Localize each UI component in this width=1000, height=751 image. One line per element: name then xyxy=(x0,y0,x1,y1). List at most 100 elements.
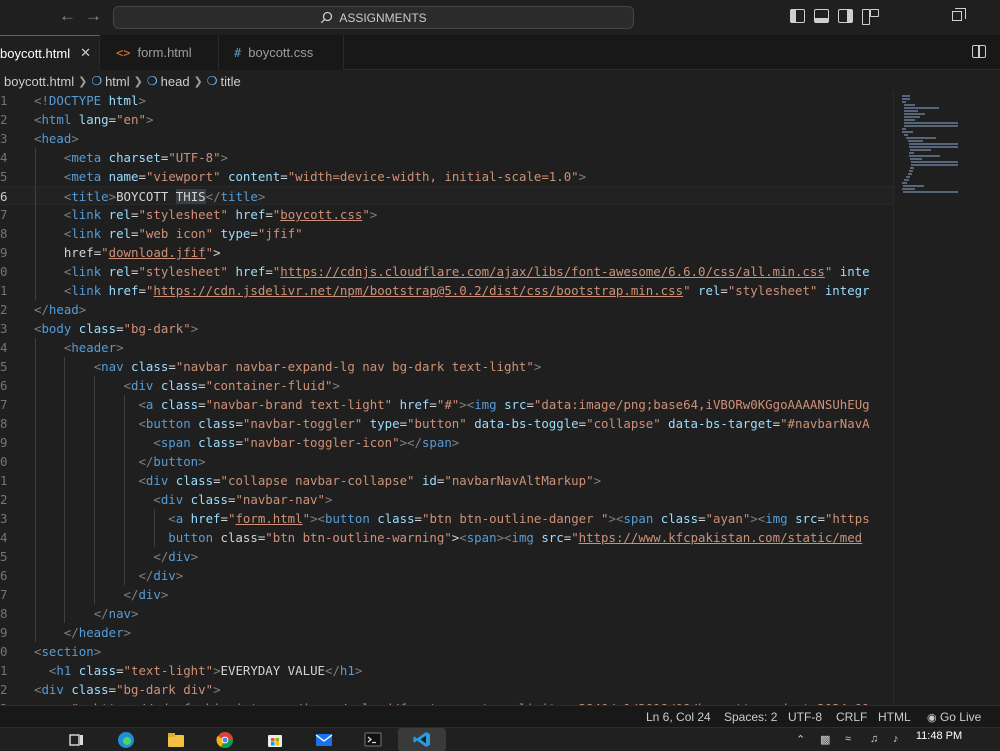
code-line[interactable]: 3 <a href="form.html"><button class="btn… xyxy=(0,509,893,528)
code-line[interactable]: 1 <h1 class="text-light">EVERYDAY VALUE<… xyxy=(0,661,893,680)
minimap-line xyxy=(910,158,922,160)
edge-browser-icon[interactable] xyxy=(117,731,135,748)
code-line[interactable]: 4 <meta charset="UTF-8"> xyxy=(0,148,893,167)
code-line[interactable]: 4 <header> xyxy=(0,338,893,357)
battery-icon[interactable]: ▩ xyxy=(820,733,830,746)
code-line[interactable]: 1 <div class="collapse navbar-collapse" … xyxy=(0,471,893,490)
task-view-icon[interactable] xyxy=(68,731,86,748)
minimap-line xyxy=(906,176,910,178)
indentation-setting[interactable]: Spaces: 2 xyxy=(724,710,777,724)
line-number: 0 xyxy=(0,644,8,659)
element-cube-icon: ❍ xyxy=(206,74,218,88)
close-icon[interactable]: ✕ xyxy=(80,45,91,61)
line-ending[interactable]: CRLF xyxy=(836,710,867,724)
customize-layout-icon[interactable] xyxy=(862,9,879,25)
chrome-browser-icon[interactable] xyxy=(216,731,234,748)
minimap-line xyxy=(911,161,958,163)
minimap-line xyxy=(909,152,914,154)
broadcast-icon: ◉ xyxy=(927,712,937,724)
code-line[interactable]: 7 </div> xyxy=(0,585,893,604)
split-editor-icon[interactable] xyxy=(972,45,986,58)
code-line[interactable]: 6 <title>BOYCOTT THIS</title> xyxy=(0,186,893,206)
code-line[interactable]: 3 <head> xyxy=(0,129,893,148)
vscode-icon[interactable] xyxy=(413,731,431,748)
code-text: </button> xyxy=(138,454,206,469)
minimap-line xyxy=(909,146,958,148)
code-line[interactable]: 2 <html lang="en"> xyxy=(0,110,893,129)
command-center-search[interactable]: ASSIGNMENTS xyxy=(113,6,634,29)
minimap-line xyxy=(908,140,923,142)
breadcrumb-file[interactable]: boycott.html xyxy=(4,74,74,89)
code-line[interactable]: 0 <link rel="stylesheet" href="https://c… xyxy=(0,262,893,281)
tab-boycott-html[interactable]: boycott.html ✕ xyxy=(0,35,100,70)
editor-tab-bar: boycott.html ✕ <> form.html # boycott.cs… xyxy=(0,35,1000,70)
code-text: <!DOCTYPE html> xyxy=(34,93,146,108)
toggle-panel-icon[interactable] xyxy=(814,9,829,23)
volume-icon[interactable]: ♫ xyxy=(870,733,878,745)
code-line[interactable]: 8 <link rel="web icon" type="jfif" xyxy=(0,224,893,243)
code-text: <html lang="en"> xyxy=(34,112,154,127)
tab-form-html[interactable]: <> form.html xyxy=(100,35,219,70)
code-line[interactable]: 1 <link href="https://cdn.jsdelivr.net/n… xyxy=(0,281,893,300)
store-icon[interactable] xyxy=(266,731,284,748)
speaker-icon[interactable]: ♪ xyxy=(893,733,899,745)
clock[interactable]: 11:48 PM xyxy=(909,730,969,742)
chevron-up-icon[interactable]: ⌃ xyxy=(796,733,805,746)
code-line[interactable]: 2 <div class="bg-dark div"> xyxy=(0,680,893,699)
line-number: 2 xyxy=(0,682,8,697)
code-line[interactable]: 7 <a class="navbar-brand text-light" hre… xyxy=(0,395,893,414)
code-line[interactable]: 1 <!DOCTYPE html> xyxy=(0,91,893,110)
code-line[interactable]: 6 </div> xyxy=(0,566,893,585)
code-line[interactable]: 2 </head> xyxy=(0,300,893,319)
line-number: 6 xyxy=(0,568,8,583)
minimap-line xyxy=(902,95,910,97)
line-number: 1 xyxy=(0,283,8,298)
line-number: 3 xyxy=(0,131,8,146)
language-mode[interactable]: HTML xyxy=(878,710,911,724)
wifi-icon[interactable]: ≈ xyxy=(845,733,851,745)
cursor-position[interactable]: Ln 6, Col 24 xyxy=(646,710,711,724)
code-line[interactable]: 0 <section> xyxy=(0,642,893,661)
minimap[interactable] xyxy=(893,91,1000,705)
back-arrow-icon[interactable]: ← xyxy=(59,6,76,26)
go-live-button[interactable]: ◉ Go Live xyxy=(927,710,981,724)
code-line[interactable]: 7 <link rel="stylesheet" href="boycott.c… xyxy=(0,205,893,224)
breadcrumb-title[interactable]: ❍ title xyxy=(207,74,241,89)
code-line[interactable]: 6 <div class="container-fluid"> xyxy=(0,376,893,395)
mail-icon[interactable] xyxy=(315,731,333,748)
code-line[interactable]: 9 href="download.jfif"> xyxy=(0,243,893,262)
code-text: button class="btn btn-outline-warning"><… xyxy=(168,530,863,545)
chevron-right-icon: ❯ xyxy=(193,75,203,88)
restore-window-icon[interactable] xyxy=(952,8,966,21)
file-explorer-icon[interactable] xyxy=(167,731,185,748)
code-line[interactable]: 5 </div> xyxy=(0,547,893,566)
css-file-icon: # xyxy=(234,45,242,60)
code-line[interactable]: 4 button class="btn btn-outline-warning"… xyxy=(0,528,893,547)
code-line[interactable]: 8 <button class="navbar-toggler" type="b… xyxy=(0,414,893,433)
code-line[interactable]: 2 <div class="navbar-nav"> xyxy=(0,490,893,509)
code-line[interactable]: 5 <meta name="viewport" content="width=d… xyxy=(0,167,893,186)
breadcrumb-html[interactable]: ❍ html xyxy=(91,74,129,89)
code-editor[interactable]: 1 <!DOCTYPE html> 2 <html lang="en"> 3 <head>… xyxy=(0,91,893,705)
code-text: </nav> xyxy=(93,606,139,621)
code-line[interactable]: 9 </header> xyxy=(0,623,893,642)
line-number: 6 xyxy=(0,378,8,393)
code-line[interactable]: 5 <nav class="navbar navbar-expand-lg na… xyxy=(0,357,893,376)
line-number: 8 xyxy=(0,226,8,241)
code-line[interactable]: 9 <span class="navbar-toggler-icon"></sp… xyxy=(0,433,893,452)
toggle-primary-sidebar-icon[interactable] xyxy=(790,9,805,23)
toggle-secondary-sidebar-icon[interactable] xyxy=(838,9,853,23)
breadcrumb-head[interactable]: ❍ head xyxy=(147,74,190,89)
minimap-line xyxy=(904,122,958,124)
code-text: <head> xyxy=(34,131,79,146)
code-line[interactable]: 0 </button> xyxy=(0,452,893,471)
code-line[interactable]: 8 </nav> xyxy=(0,604,893,623)
file-encoding[interactable]: UTF-8 xyxy=(788,710,822,724)
code-line[interactable]: 3 <body class="bg-dark"> xyxy=(0,319,893,338)
tab-boycott-css[interactable]: # boycott.css xyxy=(219,35,344,70)
code-text: <h1 class="text-light">EVERYDAY VALUE</h… xyxy=(48,663,363,678)
code-text: </div> xyxy=(138,568,184,583)
terminal-icon[interactable] xyxy=(364,731,382,748)
title-bar: ← → ASSIGNMENTS xyxy=(0,0,1000,35)
forward-arrow-icon[interactable]: → xyxy=(85,6,102,26)
